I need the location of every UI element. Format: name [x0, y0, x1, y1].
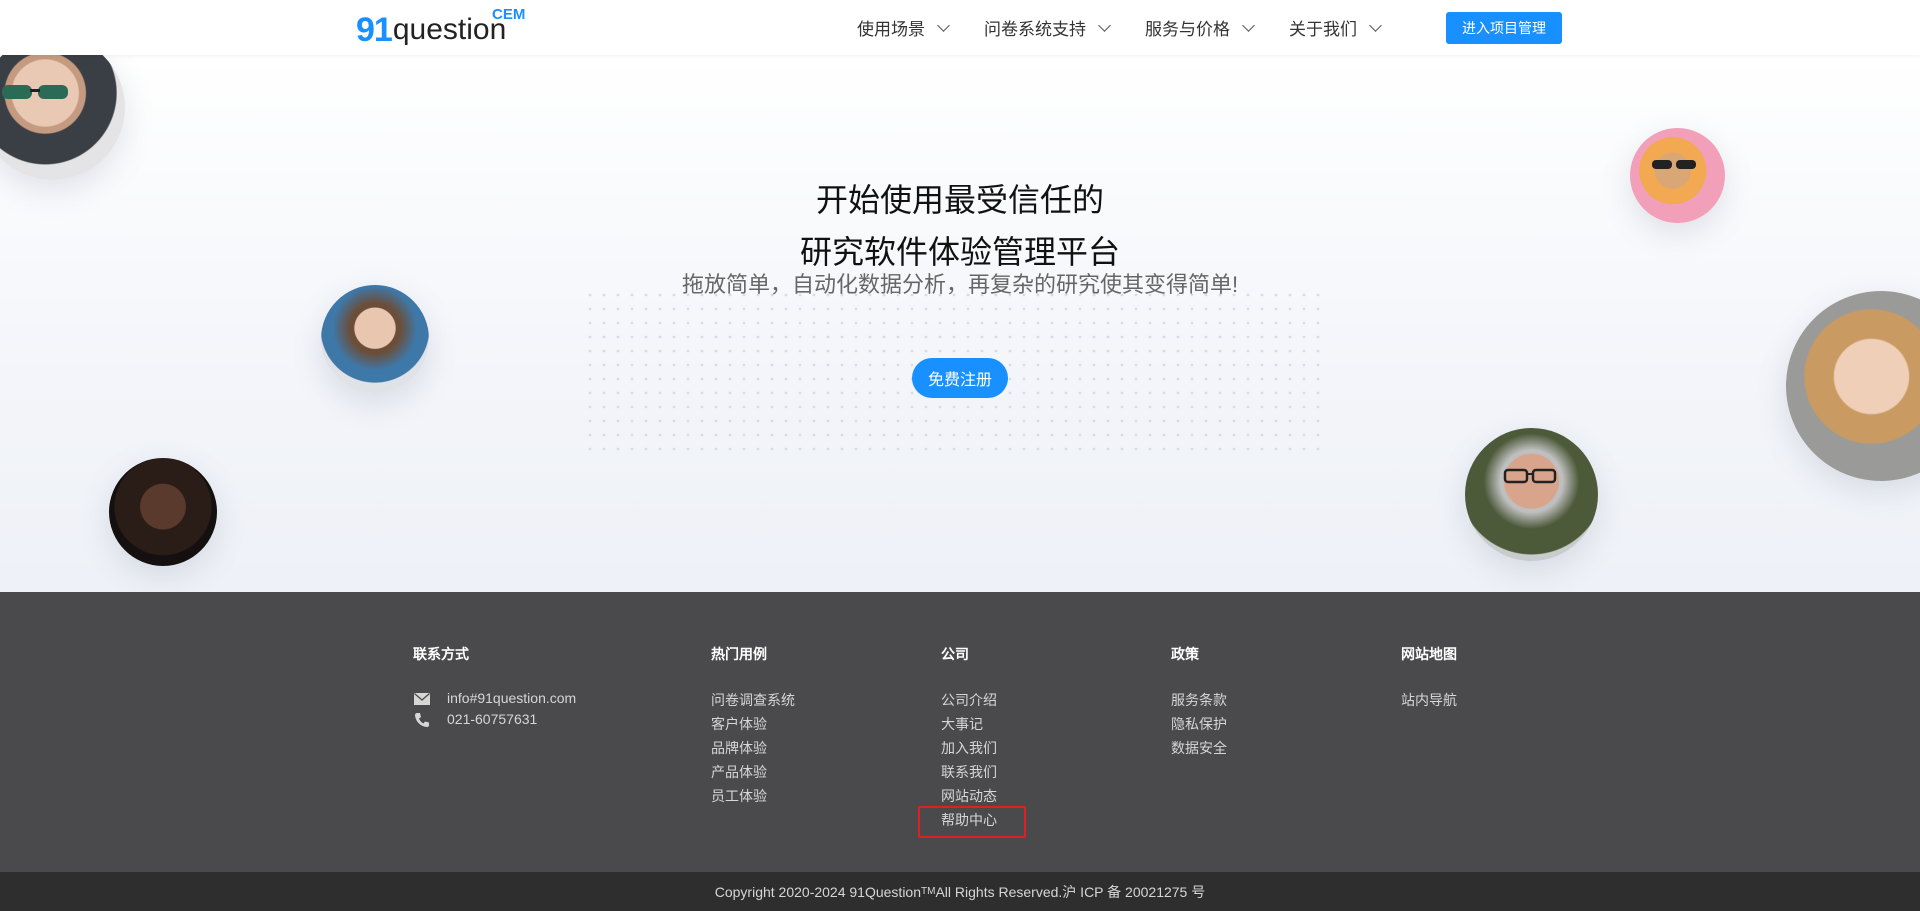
contact-email: info#91question.com — [447, 690, 577, 706]
footer-heading: 联系方式 — [413, 646, 469, 662]
mail-icon — [413, 692, 431, 705]
footer-col-sitemap: 网站地图 站内导航 — [1401, 644, 1457, 712]
contact-phone: 021-60757631 — [447, 711, 538, 727]
chevron-down-icon — [937, 18, 950, 32]
footer-link-help-center[interactable]: 帮助中心 — [918, 806, 1026, 838]
site-logo[interactable]: 91 question CEM — [356, 6, 525, 49]
footer-link-milestones[interactable]: 大事记 — [941, 712, 997, 736]
footer-link-join-us[interactable]: 加入我们 — [941, 736, 997, 760]
nav-label: 使用场景 — [857, 20, 925, 39]
footer-col-company: 公司 公司介绍 大事记 加入我们 联系我们 网站动态 帮助中心 — [918, 644, 1026, 838]
trademark-mark: TM — [921, 886, 936, 897]
hero-title-line1: 开始使用最受信任的 — [815, 182, 1104, 218]
footer-link-site-news[interactable]: 网站动态 — [941, 784, 997, 808]
main-nav: 使用场景 问卷系统支持 服务与价格 关于我们 — [857, 0, 1416, 55]
footer-heading: 政策 — [1171, 646, 1199, 662]
footer-col-contact: 联系方式 info#91question.com 021-60757631 — [413, 644, 576, 730]
footer-link-customer-experience[interactable]: 客户体验 — [711, 712, 795, 736]
footer-heading: 网站地图 — [1401, 646, 1457, 662]
copyright-rights: All Rights Reserved.沪 ICP 备 20021275 号 — [935, 883, 1206, 900]
site-footer: 联系方式 info#91question.com 021-60757631 热门… — [0, 592, 1920, 872]
contact-email-row[interactable]: info#91question.com — [413, 688, 576, 709]
copyright-text: Copyright 2020-2024 91Question — [714, 883, 922, 900]
nav-about-us[interactable]: 关于我们 — [1289, 15, 1382, 40]
phone-icon — [413, 712, 431, 728]
avatar-man-sunglasses — [0, 55, 125, 180]
footer-col-cases: 热门用例 问卷调查系统 客户体验 品牌体验 产品体验 员工体验 — [711, 644, 795, 808]
nav-label: 服务与价格 — [1145, 20, 1230, 39]
logo-number: 91 — [356, 11, 393, 49]
logo-word: question — [392, 13, 507, 46]
chevron-down-icon — [1369, 18, 1382, 32]
free-signup-button[interactable]: 免费注册 — [912, 358, 1008, 398]
footer-heading: 热门用例 — [711, 646, 767, 662]
footer-link-company-intro[interactable]: 公司介绍 — [941, 688, 997, 712]
footer-link-data-security[interactable]: 数据安全 — [1171, 736, 1227, 760]
avatar-man-dark — [109, 458, 217, 566]
enter-project-management-button[interactable]: 进入项目管理 — [1446, 12, 1562, 44]
footer-heading: 公司 — [941, 646, 969, 662]
nav-usage-scenarios[interactable]: 使用场景 — [857, 15, 950, 40]
footer-link-site-navigation[interactable]: 站内导航 — [1401, 688, 1457, 712]
sunglasses-icon — [2, 85, 68, 99]
footer-link-privacy[interactable]: 隐私保护 — [1171, 712, 1227, 736]
nav-label: 问卷系统支持 — [984, 20, 1086, 39]
nav-services-pricing[interactable]: 服务与价格 — [1145, 15, 1255, 40]
contact-phone-row[interactable]: 021-60757631 — [413, 709, 576, 730]
nav-label: 关于我们 — [1289, 20, 1357, 39]
chevron-down-icon — [1098, 18, 1111, 32]
copyright-bar: Copyright 2020-2024 91Question TM All Rig… — [0, 872, 1920, 911]
glasses-icon — [1503, 468, 1557, 484]
footer-col-policy: 政策 服务条款 隐私保护 数据安全 — [1171, 644, 1227, 760]
footer-link-terms[interactable]: 服务条款 — [1171, 688, 1227, 712]
footer-link-survey-system[interactable]: 问卷调查系统 — [711, 688, 795, 712]
chevron-down-icon — [1242, 18, 1255, 32]
nav-survey-support[interactable]: 问卷系统支持 — [984, 15, 1111, 40]
logo-superscript: CEM — [492, 6, 526, 23]
footer-link-product-experience[interactable]: 产品体验 — [711, 760, 795, 784]
footer-link-employee-experience[interactable]: 员工体验 — [711, 784, 795, 808]
avatar-young-man — [321, 285, 429, 393]
avatar-older-man — [1465, 428, 1598, 561]
hero-section: 开始使用最受信任的 研究软件体验管理平台 拖放简单，自动化数据分析，再复杂的研究… — [0, 55, 1920, 592]
footer-link-brand-experience[interactable]: 品牌体验 — [711, 736, 795, 760]
footer-link-contact-us[interactable]: 联系我们 — [941, 760, 997, 784]
top-header: 91 question CEM 使用场景 问卷系统支持 服务与价格 关于我们 进… — [0, 0, 1920, 55]
hero-subtitle: 拖放简单，自动化数据分析，再复杂的研究使其变得简单! — [681, 272, 1239, 297]
avatar-smiling-woman — [1786, 291, 1920, 481]
